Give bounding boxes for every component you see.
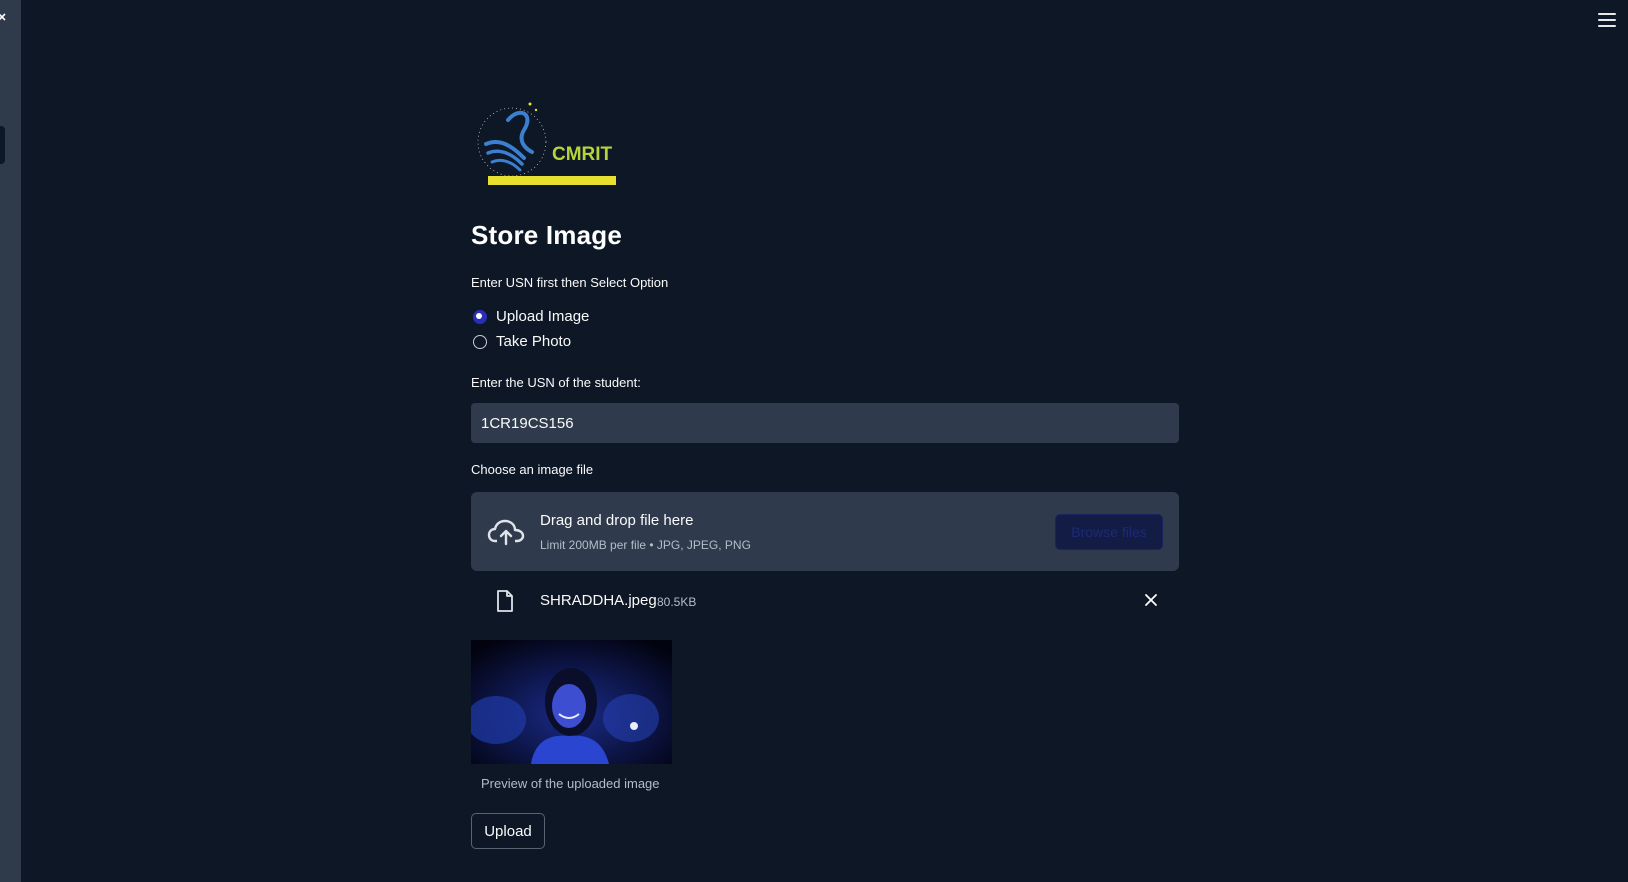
svg-text:CMRIT: CMRIT (552, 144, 613, 165)
file-name: SHRADDHA.jpeg (540, 592, 657, 609)
browse-files-button[interactable]: Browse files (1055, 514, 1163, 550)
option-label: Enter USN first then Select Option (471, 275, 669, 290)
file-size: 80.5KB (657, 595, 697, 609)
page-title: Store Image (471, 220, 623, 250)
radio-selected-icon (473, 309, 487, 324)
remove-file-icon[interactable] (1143, 592, 1159, 608)
file-icon (497, 590, 513, 612)
preview-caption: Preview of the uploaded image (481, 776, 660, 791)
upload-button[interactable]: Upload (471, 813, 545, 849)
sidebar (0, 0, 21, 882)
hamburger-menu-icon[interactable] (1598, 12, 1616, 28)
radio-upload-image[interactable]: Upload Image (473, 308, 589, 325)
sidebar-tab[interactable] (0, 126, 5, 164)
usn-label: Enter the USN of the student: (471, 375, 641, 390)
radio-take-photo[interactable]: Take Photo (473, 333, 571, 350)
file-dropzone[interactable]: Drag and drop file here Limit 200MB per … (471, 492, 1179, 571)
uploader-label: Choose an image file (471, 462, 594, 477)
usn-input[interactable] (471, 403, 1179, 443)
radio-unselected-icon (473, 334, 487, 349)
cmrit-logo: CMRIT (477, 102, 616, 185)
image-preview (471, 640, 672, 764)
dropzone-title: Drag and drop file here (540, 512, 694, 529)
close-icon[interactable] (0, 10, 8, 26)
uploaded-file-row: SHRADDHA.jpeg 80.5KB (471, 586, 1179, 616)
cloud-upload-icon (487, 519, 525, 546)
radio-label: Take Photo (496, 333, 572, 350)
radio-label: Upload Image (496, 308, 590, 325)
dropzone-subtitle: Limit 200MB per file • JPG, JPEG, PNG (540, 538, 751, 552)
